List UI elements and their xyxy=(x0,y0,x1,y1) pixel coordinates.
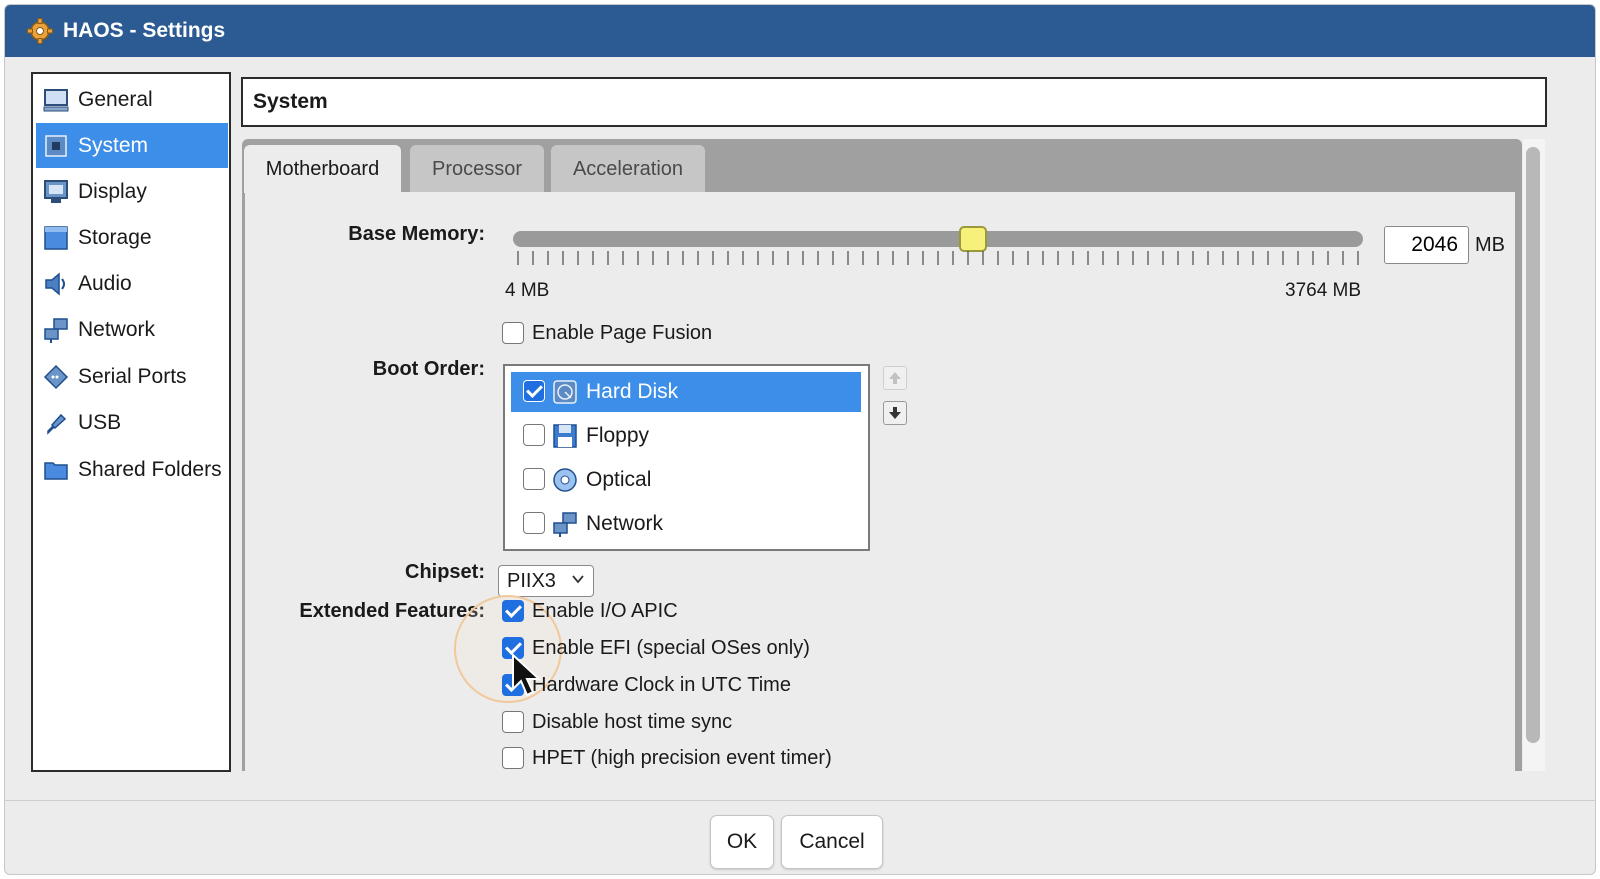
title-bar: HAOS - Settings xyxy=(5,5,1595,57)
speaker-icon xyxy=(45,271,65,296)
sidebar-item-network[interactable]: Network xyxy=(36,307,228,352)
chevron-down-icon xyxy=(572,575,584,584)
chip-icon xyxy=(45,134,67,157)
boot-item-label: Hard Disk xyxy=(586,380,679,403)
ok-button[interactable]: OK xyxy=(710,815,774,869)
footer-divider xyxy=(5,800,1595,801)
boot-item-checkbox[interactable] xyxy=(523,468,545,490)
hpet-label: HPET (high precision event timer) xyxy=(532,747,832,769)
boot-item-checkbox[interactable] xyxy=(523,380,545,402)
display-icon xyxy=(44,179,68,203)
base-memory-label: Base Memory: xyxy=(348,223,485,245)
boot-item-checkbox[interactable] xyxy=(523,512,545,534)
settings-sidebar: General System Display Storage Audio Net… xyxy=(31,72,231,772)
boot-item-network[interactable]: Network xyxy=(511,504,861,544)
move-down-button[interactable] xyxy=(883,401,907,425)
sidebar-item-label: Shared Folders xyxy=(78,457,222,481)
tab-processor[interactable]: Processor xyxy=(410,145,544,193)
sidebar-item-label: General xyxy=(78,87,153,111)
sidebar-item-label: Storage xyxy=(78,225,152,249)
hpet-checkbox[interactable] xyxy=(502,747,524,769)
io-apic-label: Enable I/O APIC xyxy=(532,600,678,622)
efi-label: Enable EFI (special OSes only) xyxy=(532,637,810,659)
floppy-icon xyxy=(553,424,577,448)
memory-unit-label: MB xyxy=(1475,234,1505,256)
tab-acceleration[interactable]: Acceleration xyxy=(551,145,705,193)
tab-motherboard[interactable]: Motherboard xyxy=(244,145,401,193)
sidebar-item-serial-ports[interactable]: Serial Ports xyxy=(36,354,228,399)
sidebar-item-general[interactable]: General xyxy=(36,77,228,122)
sidebar-item-label: Display xyxy=(78,179,147,203)
arrow-up-icon xyxy=(889,372,901,384)
network-icon xyxy=(553,512,577,537)
sidebar-item-label: USB xyxy=(78,410,122,434)
sidebar-item-label: Audio xyxy=(78,271,132,295)
memory-slider-track[interactable] xyxy=(513,231,1363,247)
boot-item-optical[interactable]: Optical xyxy=(511,460,861,500)
usb-icon xyxy=(47,413,67,435)
chipset-label: Chipset: xyxy=(405,561,485,583)
sidebar-item-system[interactable]: System xyxy=(36,123,228,168)
boot-item-label: Network xyxy=(586,512,664,535)
motherboard-page xyxy=(245,192,1515,771)
sidebar-item-audio[interactable]: Audio xyxy=(36,261,228,306)
cancel-button[interactable]: Cancel xyxy=(781,815,883,869)
scrollbar-thumb[interactable] xyxy=(1526,147,1540,743)
page-title: System xyxy=(241,77,1547,127)
sidebar-item-display[interactable]: Display xyxy=(36,169,228,214)
mouse-cursor-icon xyxy=(512,653,542,697)
chipset-select[interactable]: PIIX3 xyxy=(498,565,594,597)
memory-slider-ticks xyxy=(517,251,1359,265)
monitor-icon xyxy=(43,88,69,111)
sidebar-item-storage[interactable]: Storage xyxy=(36,215,228,260)
arrow-down-icon xyxy=(889,407,901,419)
utc-clock-label: Hardware Clock in UTC Time xyxy=(532,674,791,696)
sidebar-item-label: System xyxy=(78,133,149,157)
sidebar-item-label: Network xyxy=(78,317,156,341)
window-title: HAOS - Settings xyxy=(63,19,226,42)
hard-disk-icon xyxy=(553,380,577,404)
sidebar-item-usb[interactable]: USB xyxy=(36,400,228,445)
extended-features-label: Extended Features: xyxy=(299,600,485,622)
io-apic-checkbox[interactable] xyxy=(502,600,524,622)
boot-order-label: Boot Order: xyxy=(372,358,485,380)
sidebar-item-shared-folders[interactable]: Shared Folders xyxy=(36,447,228,492)
optical-disc-icon xyxy=(553,468,577,492)
disable-time-sync-checkbox[interactable] xyxy=(502,711,524,733)
disable-time-sync-label: Disable host time sync xyxy=(532,711,733,733)
folder-icon xyxy=(44,461,68,480)
sidebar-item-label: Serial Ports xyxy=(78,364,187,388)
chipset-value: PIIX3 xyxy=(507,569,556,592)
serial-port-icon xyxy=(43,364,69,389)
boot-item-label: Optical xyxy=(586,468,652,491)
boot-item-floppy[interactable]: Floppy xyxy=(511,416,861,456)
boot-item-hard-disk[interactable]: Hard Disk xyxy=(511,372,861,412)
gear-icon xyxy=(27,18,53,44)
page-fusion-label: Enable Page Fusion xyxy=(532,322,713,344)
memory-min-label: 4 MB xyxy=(505,280,550,301)
memory-max-label: 3764 MB xyxy=(1285,280,1362,301)
boot-item-label: Floppy xyxy=(586,424,650,447)
page-fusion-checkbox[interactable] xyxy=(502,322,524,344)
move-up-button[interactable] xyxy=(883,366,907,390)
boot-order-list: Hard Disk Floppy Optical Network xyxy=(503,364,870,551)
network-icon xyxy=(44,317,68,343)
boot-item-checkbox[interactable] xyxy=(523,424,545,446)
storage-icon xyxy=(44,225,68,250)
settings-window: HAOS - Settings General System Display S… xyxy=(4,4,1596,875)
memory-slider-handle[interactable] xyxy=(959,226,988,252)
base-memory-input[interactable] xyxy=(1384,226,1469,264)
